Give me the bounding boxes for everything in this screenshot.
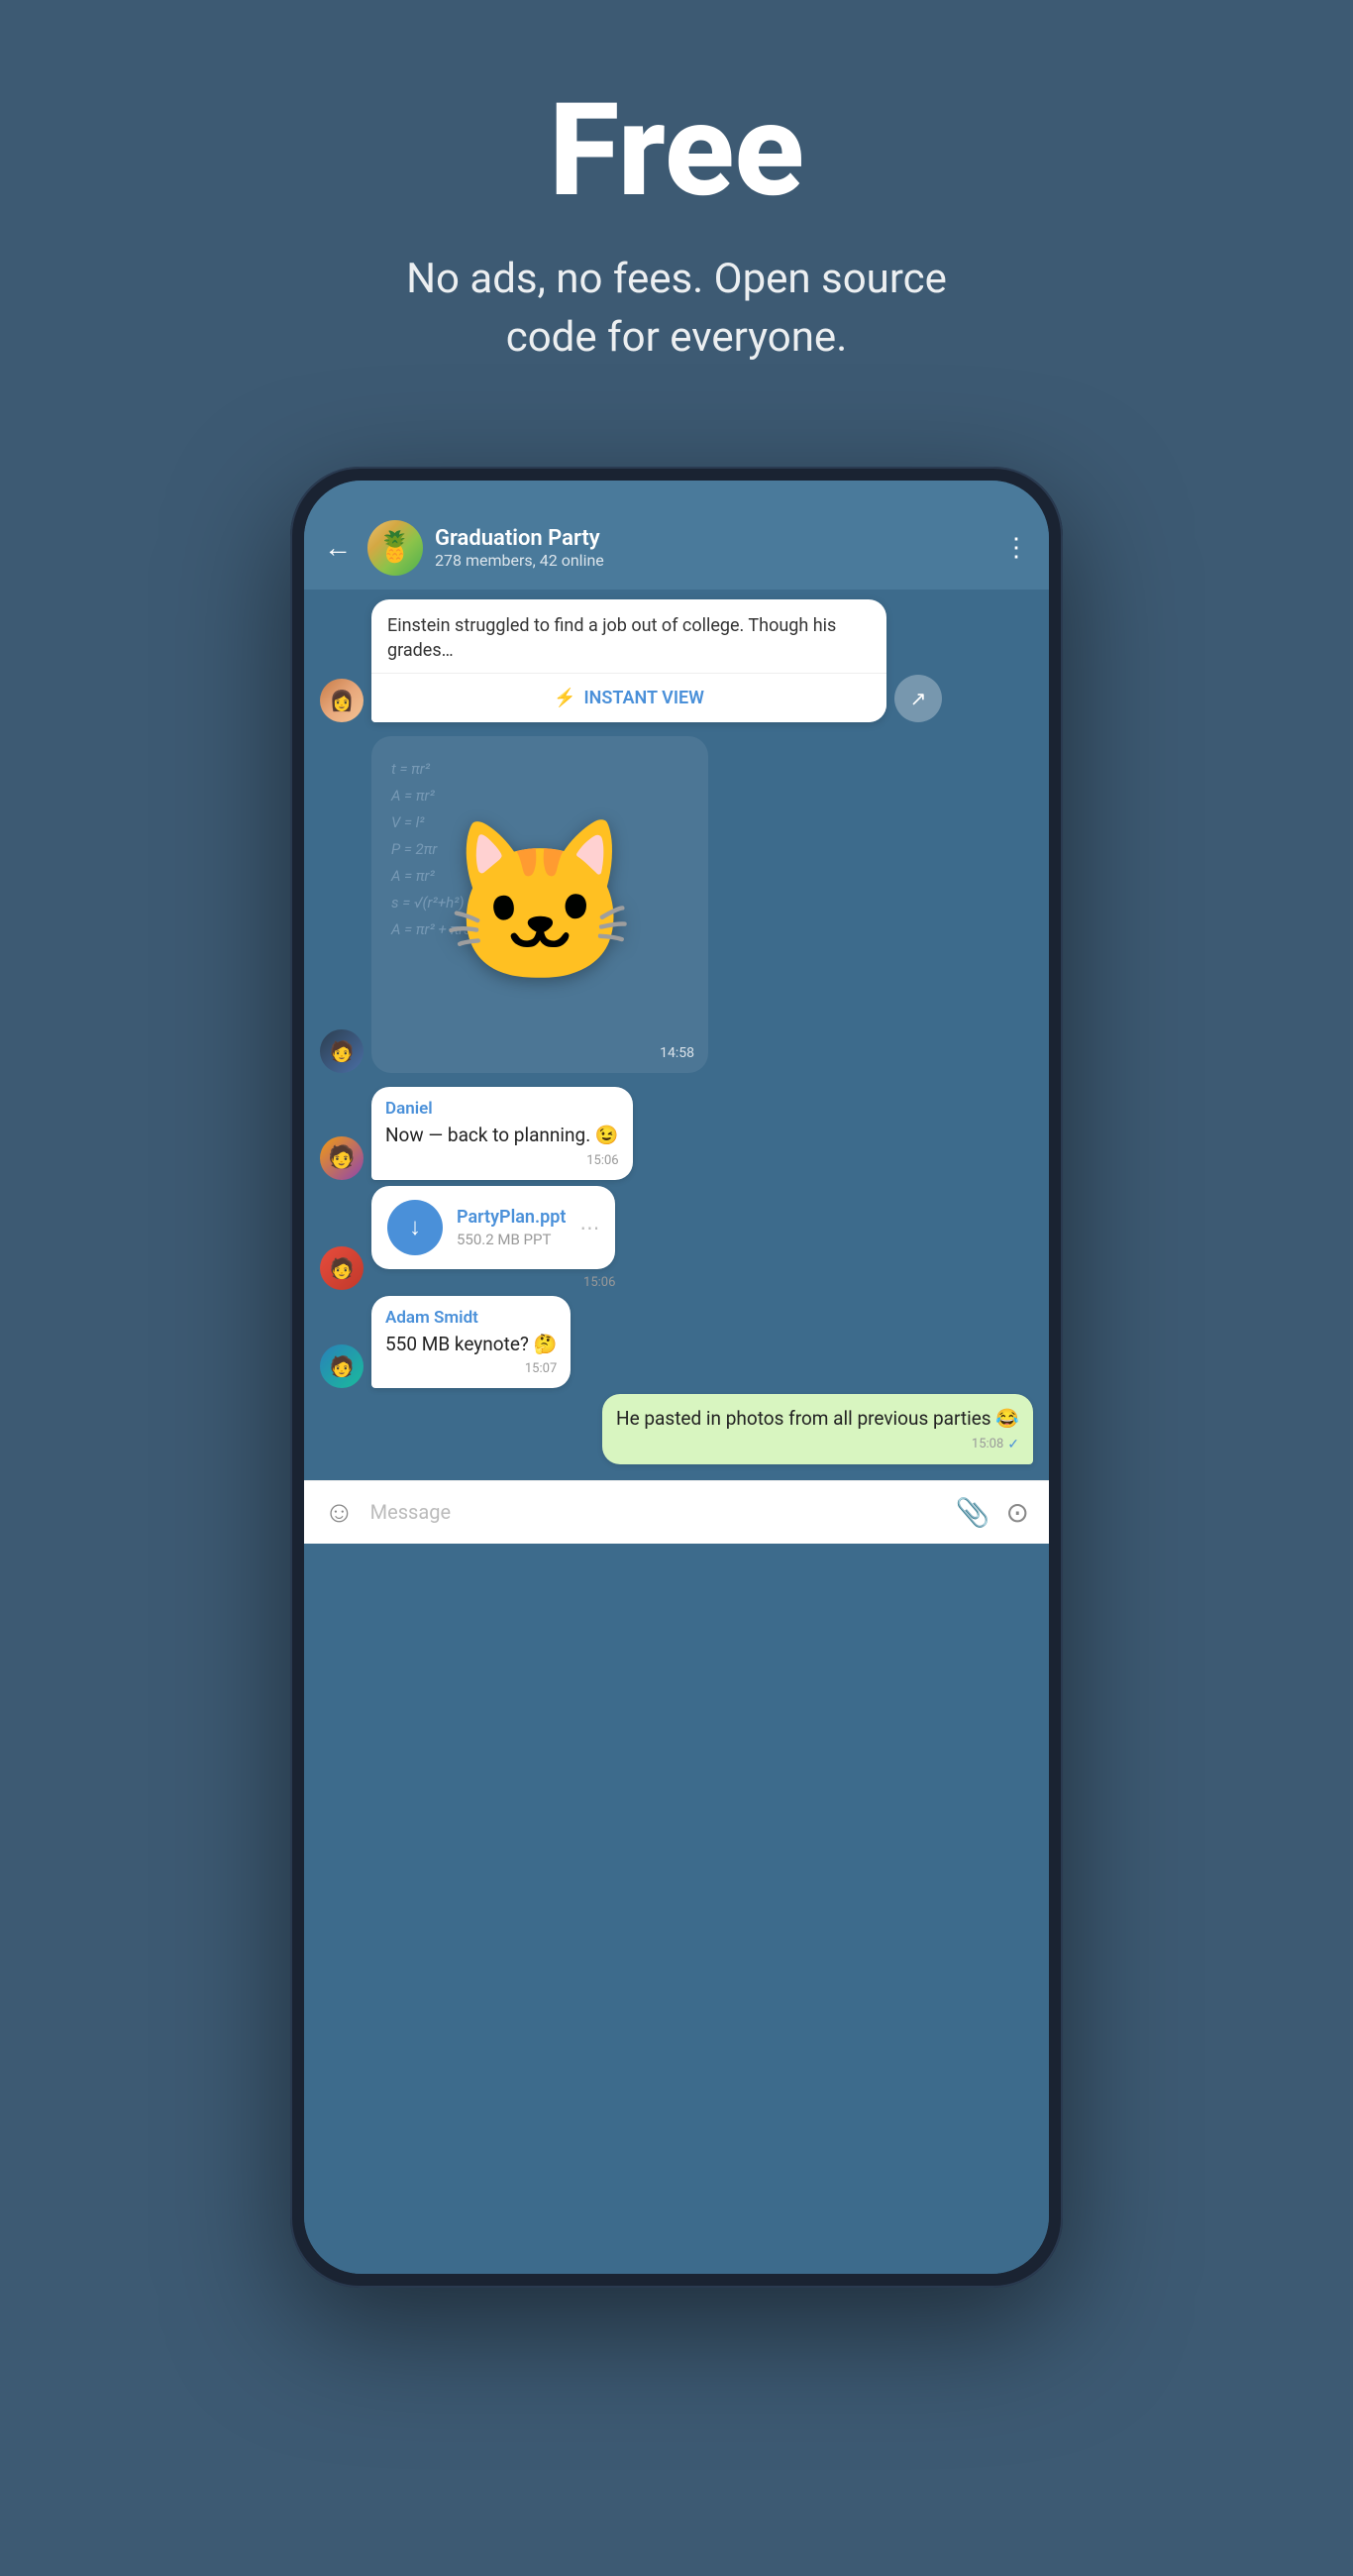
file-time: 15:06: [583, 1275, 615, 1290]
hero-subtitle: No ads, no fees. Open sourcecode for eve…: [40, 251, 1313, 368]
avatar-hat-img: 🧑: [320, 1344, 364, 1388]
daniel-message-row: 🧑 Daniel Now — back to planning. 😉 15:06: [320, 1087, 1033, 1180]
hero-title: Free: [40, 79, 1313, 221]
outgoing-message-row: He pasted in photos from all previous pa…: [320, 1394, 1033, 1464]
group-avatar: 🍍: [367, 520, 423, 576]
avatar-afro-img: 🧑: [320, 1246, 364, 1290]
daniel-sender: Daniel: [385, 1099, 619, 1119]
file-time-row: 15:06: [371, 1275, 615, 1290]
avatar-afro: 🧑: [320, 1246, 364, 1290]
daniel-bubble: Daniel Now — back to planning. 😉 15:06: [371, 1087, 633, 1180]
camera-button[interactable]: ⊙: [1006, 1496, 1029, 1529]
check-icon: ✓: [1007, 1437, 1019, 1452]
chat-header: ← 🍍 Graduation Party 278 members, 42 onl…: [304, 510, 1049, 590]
chat-meta: 278 members, 42 online: [435, 551, 988, 570]
back-button[interactable]: ←: [320, 527, 356, 568]
outgoing-time: 15:08: [972, 1437, 1003, 1451]
daniel-text: Now — back to planning. 😉: [385, 1123, 619, 1149]
emoji-button[interactable]: ☺: [324, 1495, 355, 1530]
input-bar: ☺ Message 📎 ⊙: [304, 1480, 1049, 1544]
article-bubble: Einstein struggled to find a job out of …: [371, 599, 886, 722]
sticker-row: 🧑 t = πr² A = πr² V = l² P = 2πr A = πr²: [320, 736, 1033, 1073]
adam-message-row: 🧑 Adam Smidt 550 MB keynote? 🤔 15:07: [320, 1296, 1033, 1389]
file-bubble: ↓ PartyPlan.ppt 550.2 MB PPT ⋯: [371, 1186, 615, 1269]
messages-area: 👩 Einstein struggled to find a job out o…: [304, 590, 1049, 1480]
phone-outer: ← 🍍 Graduation Party 278 members, 42 onl…: [290, 467, 1063, 2288]
avatar-sunglasses: 🧑: [320, 1136, 364, 1180]
avatar-girl-img: 👩: [320, 679, 364, 722]
lightning-icon: ⚡: [554, 688, 575, 708]
file-message-row: 🧑 ↓ PartyPlan.ppt 550.2 MB PPT: [320, 1186, 1033, 1290]
hero-section: Free No ads, no fees. Open sourcecode fo…: [0, 0, 1353, 427]
share-button[interactable]: ↗: [894, 675, 942, 722]
message-input[interactable]: Message: [370, 1500, 940, 1524]
chat-info: Graduation Party 278 members, 42 online: [435, 526, 988, 570]
daniel-bubble-inner: Daniel Now — back to planning. 😉 15:06: [371, 1087, 633, 1180]
instant-view-label: INSTANT VIEW: [583, 688, 704, 708]
phone-inner: ← 🍍 Graduation Party 278 members, 42 onl…: [304, 481, 1049, 2274]
outgoing-bubble: He pasted in photos from all previous pa…: [602, 1394, 1033, 1464]
avatar-hat: 🧑: [320, 1344, 364, 1388]
adam-time-row: 15:07: [385, 1361, 557, 1376]
file-size: 550.2 MB PPT: [457, 1231, 566, 1248]
download-icon: ↓: [409, 1213, 421, 1241]
file-info: PartyPlan.ppt 550.2 MB PPT: [457, 1207, 566, 1248]
file-bubble-wrapper: ↓ PartyPlan.ppt 550.2 MB PPT ⋯ 15:06: [371, 1186, 615, 1290]
sticker-time: 14:58: [660, 1045, 694, 1061]
daniel-time: 15:06: [586, 1153, 618, 1168]
sticker-bg: t = πr² A = πr² V = l² P = 2πr A = πr² s…: [371, 736, 708, 1073]
article-text: Einstein struggled to find a job out of …: [371, 599, 886, 674]
daniel-time-row: 15:06: [385, 1153, 619, 1168]
phone-wrapper: ← 🍍 Graduation Party 278 members, 42 onl…: [290, 467, 1063, 2288]
avatar-boy: 🧑: [320, 1029, 364, 1073]
adam-time: 15:07: [525, 1361, 557, 1376]
file-name: PartyPlan.ppt: [457, 1207, 566, 1228]
avatar-sunglasses-img: 🧑: [320, 1136, 364, 1180]
chat-body: 👩 Einstein struggled to find a job out o…: [304, 590, 1049, 2274]
attach-button[interactable]: 📎: [956, 1496, 990, 1529]
group-avatar-img: 🍍: [367, 520, 423, 576]
file-more-button[interactable]: ⋯: [579, 1216, 599, 1239]
avatar-girl: 👩: [320, 679, 364, 722]
outgoing-text: He pasted in photos from all previous pa…: [616, 1406, 1019, 1433]
chat-name: Graduation Party: [435, 526, 988, 551]
share-icon: ↗: [910, 687, 927, 710]
sticker-container: t = πr² A = πr² V = l² P = 2πr A = πr² s…: [371, 736, 708, 1073]
instant-view-button[interactable]: ⚡ INSTANT VIEW: [371, 674, 886, 722]
outgoing-time-row: 15:08 ✓: [616, 1437, 1019, 1452]
cat-sticker: 🐱: [441, 811, 638, 997]
adam-sender: Adam Smidt: [385, 1308, 557, 1328]
adam-text: 550 MB keynote? 🤔: [385, 1332, 557, 1358]
article-message-row: 👩 Einstein struggled to find a job out o…: [320, 599, 1033, 722]
file-download-button[interactable]: ↓: [387, 1200, 443, 1255]
adam-bubble: Adam Smidt 550 MB keynote? 🤔 15:07: [371, 1296, 571, 1389]
status-bar: [304, 481, 1049, 510]
more-button[interactable]: ⋮: [999, 529, 1033, 567]
avatar-boy-img: 🧑: [320, 1029, 364, 1073]
